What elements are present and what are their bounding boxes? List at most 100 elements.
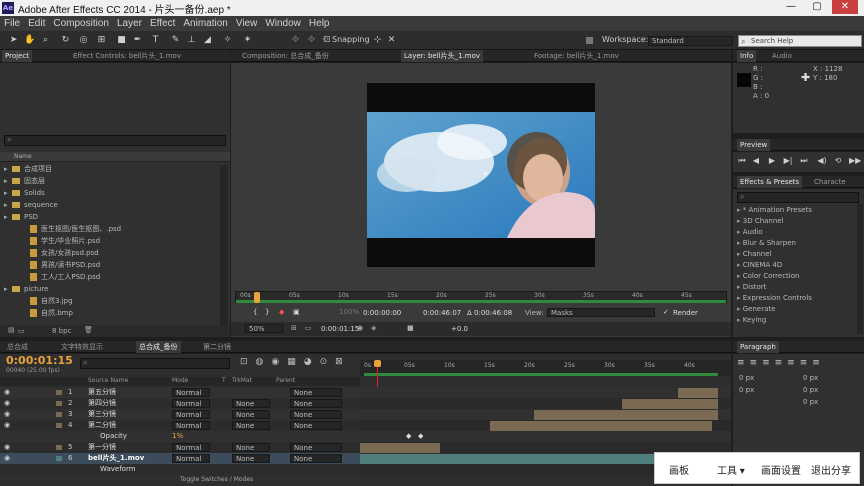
timeline-search-input[interactable]: ⌕ xyxy=(80,358,230,369)
effects-category-item[interactable]: ▸ Keying xyxy=(737,314,766,326)
zoom-tool-icon[interactable]: ⌕ xyxy=(40,35,51,46)
visibility-eye-icon[interactable]: ◉ xyxy=(4,409,10,420)
work-area-bar[interactable] xyxy=(236,300,726,303)
folder-new-icon[interactable]: ▭ xyxy=(18,327,25,335)
expand-arrow-icon[interactable]: ▸ xyxy=(4,187,12,199)
timeline-switch-icons[interactable]: ⊡◍◉▦◕⊙⊠ xyxy=(240,357,351,367)
layer-name[interactable]: 第二分镜 xyxy=(88,420,116,431)
tab-footage[interactable]: Footage: bell片头_1.mov xyxy=(531,50,622,62)
minimize-button[interactable]: — xyxy=(778,0,804,14)
view-select[interactable]: Masks xyxy=(547,308,655,317)
type-tool-icon[interactable]: T xyxy=(150,35,161,46)
visibility-eye-icon[interactable]: ◉ xyxy=(4,398,10,409)
visibility-eye-icon[interactable]: ◉ xyxy=(4,453,10,464)
tab-timeline-backup[interactable]: 总合成_备份 xyxy=(136,341,181,353)
layer-trkmat-select[interactable]: None xyxy=(232,399,270,408)
overlay-screen-settings-button[interactable]: 画面设置 xyxy=(761,462,801,477)
layer-row[interactable]: Opacity 1% xyxy=(0,431,360,442)
ram-preview-icon[interactable]: ▶▶ xyxy=(849,156,861,166)
layer-mode-select[interactable]: Normal xyxy=(172,454,210,463)
menu-layer[interactable]: Layer xyxy=(113,16,146,31)
menu-effect[interactable]: Effect xyxy=(146,16,179,31)
project-folder-item[interactable]: ▸ sequence xyxy=(4,199,58,211)
axis-local-icon[interactable]: ✥ xyxy=(290,35,301,46)
project-file-item[interactable]: 自然.bmp xyxy=(22,307,73,319)
tab-timeline-main[interactable]: 总合成 xyxy=(4,341,31,353)
layer-row[interactable]: ◉ 6 bell片头_1.mov Normal None None xyxy=(0,453,360,464)
project-file-item[interactable]: 学生/毕业照片.psd xyxy=(22,235,100,247)
next-frame-icon[interactable]: ▶| xyxy=(783,156,793,166)
first-line-indent-value[interactable]: 0 px xyxy=(803,398,818,406)
snapshot-icon[interactable]: ◉ xyxy=(357,324,363,332)
layer-time-ruler[interactable]: 00s 05s 10s 15s 20s 25s 30s 35s 40s 45s xyxy=(235,291,727,303)
visibility-eye-icon[interactable]: ◉ xyxy=(4,442,10,453)
project-file-item[interactable]: 自然3.jpg xyxy=(22,295,73,307)
layer-name[interactable]: bell片头_1.mov xyxy=(88,453,144,464)
tab-paragraph[interactable]: Paragraph xyxy=(737,341,779,353)
layer-row[interactable]: ◉ 2 第四分镜 Normal None None xyxy=(0,398,360,409)
indent-right-value[interactable]: 0 px xyxy=(803,374,818,382)
visibility-eye-icon[interactable]: ◉ xyxy=(4,420,10,431)
camera-tool-icon[interactable]: ◎ xyxy=(78,35,89,46)
overlay-exit-share-button[interactable]: 退出分享 xyxy=(811,462,851,477)
close-button[interactable]: ✕ xyxy=(832,0,858,14)
clone-tool-icon[interactable]: ⊥ xyxy=(186,35,197,46)
project-file-item[interactable]: 工人/工人PSD.psd xyxy=(22,271,100,283)
layer-row[interactable]: ◉ 3 第三分镜 Normal None None xyxy=(0,409,360,420)
layer-parent-select[interactable]: None xyxy=(290,410,342,419)
project-folder-item[interactable]: ▸ 合成项目 xyxy=(4,163,52,175)
menu-edit[interactable]: Edit xyxy=(24,16,49,31)
workspace-toggle-icon[interactable] xyxy=(586,37,593,44)
layer-trkmat-select[interactable]: None xyxy=(232,410,270,419)
layer-parent-select[interactable]: None xyxy=(290,399,342,408)
tab-preview[interactable]: Preview xyxy=(737,139,771,151)
timeline-playhead-handle[interactable] xyxy=(374,360,381,367)
tab-effect-controls[interactable]: Effect Controls: bell片头_1.mov xyxy=(70,50,184,62)
exposure-label[interactable]: +0.0 xyxy=(451,325,468,333)
layer-name[interactable]: 第四分镜 xyxy=(88,398,116,409)
ripple-icon[interactable]: ◆ xyxy=(279,308,284,316)
hand-tool-icon[interactable]: ✋ xyxy=(24,35,35,46)
layer-label-color[interactable] xyxy=(56,412,62,417)
timeline-current-time[interactable]: 0:00:01:15 xyxy=(6,354,73,367)
pen-tool-icon[interactable]: ✒ xyxy=(132,35,143,46)
space-after-value[interactable]: 0 px xyxy=(803,386,818,394)
resolution-icon[interactable]: ⊞ xyxy=(291,324,297,332)
layer-mode-select[interactable]: Normal xyxy=(172,443,210,452)
bpc-label[interactable]: 8 bpc xyxy=(52,327,71,335)
pan-behind-tool-icon[interactable]: ⊞ xyxy=(96,35,107,46)
selection-tool-icon[interactable]: ➤ xyxy=(8,35,19,46)
layer-trkmat-select[interactable]: None xyxy=(232,443,270,452)
layer-label-color[interactable] xyxy=(56,401,62,406)
channel-icon[interactable]: ■ xyxy=(407,324,414,332)
tab-audio[interactable]: Audio xyxy=(769,50,795,62)
project-file-item[interactable]: 医生抠图/医生抠图、.psd xyxy=(22,223,121,235)
opacity-value[interactable]: 1% xyxy=(172,431,183,442)
visibility-eye-icon[interactable]: ◉ xyxy=(4,387,10,398)
layer-parent-select[interactable]: None xyxy=(290,421,342,430)
tab-info[interactable]: Info xyxy=(737,50,757,62)
project-folder-item[interactable]: ▸ picture xyxy=(4,283,48,295)
overlay-board-button[interactable]: 画板 xyxy=(669,462,689,477)
layer-trkmat-select[interactable]: None xyxy=(232,454,270,463)
tab-character[interactable]: Characte xyxy=(811,176,849,188)
project-scrollbar[interactable] xyxy=(220,165,228,325)
layer-label-color[interactable] xyxy=(56,445,62,450)
overlay-icon[interactable]: ▣ xyxy=(293,308,300,316)
in-point-icon[interactable]: { xyxy=(253,308,257,316)
layer-trkmat-select[interactable]: None xyxy=(232,421,270,430)
indent-left-value[interactable]: 0 px xyxy=(739,374,754,382)
layer-row[interactable]: Waveform xyxy=(0,464,360,475)
loop-icon[interactable]: ⟲ xyxy=(833,156,843,166)
current-time-indicator[interactable] xyxy=(254,292,260,303)
search-help-input[interactable]: ⌕ Search Help xyxy=(738,35,862,47)
out-time-label[interactable]: 0:00:46:07 xyxy=(423,309,461,317)
prev-frame-icon[interactable]: ◀ xyxy=(751,156,761,166)
tab-timeline-shot2[interactable]: 第二分镜 xyxy=(200,341,234,353)
project-search-input[interactable]: ⌕ xyxy=(4,135,226,146)
layer-row[interactable]: ◉ 5 第一分镜 Normal None None xyxy=(0,442,360,453)
snap-options-icon[interactable]: ✕ xyxy=(386,35,397,46)
in-time-label[interactable]: 0:00:00:00 xyxy=(363,309,401,317)
layer-parent-select[interactable]: None xyxy=(290,454,342,463)
menu-animation[interactable]: Animation xyxy=(179,16,231,31)
